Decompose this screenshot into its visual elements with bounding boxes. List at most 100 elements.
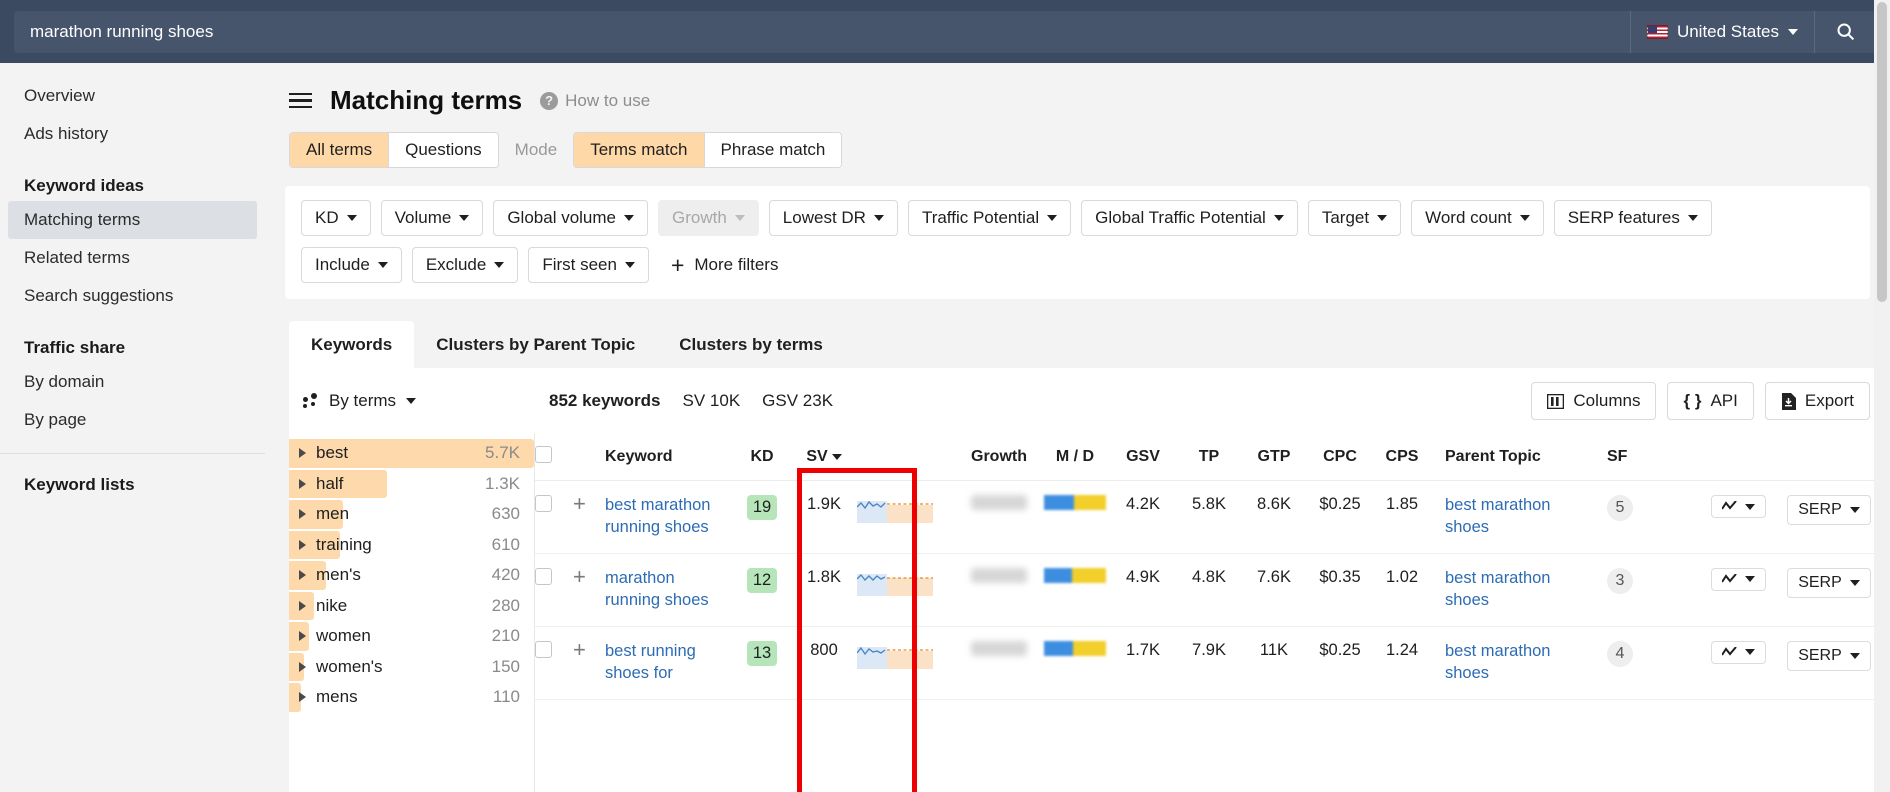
filter-word-count[interactable]: Word count [1411,200,1544,236]
th-growth[interactable]: Growth [957,434,1041,481]
sidebar-item-by-page[interactable]: By page [8,401,257,439]
row-checkbox[interactable] [535,567,552,585]
sidebar-item-related-terms[interactable]: Related terms [8,239,257,277]
how-to-use-link[interactable]: ? How to use [540,91,650,111]
keyword-link[interactable]: marathon running shoes [605,568,733,612]
th-sv[interactable]: SV [791,434,857,481]
term-row[interactable]: mens 110 [289,682,534,713]
expand-triangle-icon[interactable] [299,570,306,581]
term-row[interactable]: women's 150 [289,652,534,683]
th-keyword[interactable]: Keyword [605,434,733,481]
match-mode-segmented: Terms match Phrase match [573,132,843,168]
parent-topic-link[interactable]: best marathon shoes [1445,495,1595,539]
sidebar-item-matching-terms[interactable]: Matching terms [8,201,257,239]
more-filters-button[interactable]: + More filters [659,247,785,283]
filter-volume[interactable]: Volume [380,200,484,236]
term-row[interactable]: half 1.3K [289,469,534,500]
sidebar-item-by-domain[interactable]: By domain [8,363,257,401]
expand-triangle-icon[interactable] [299,539,306,550]
term-row[interactable]: women 210 [289,621,534,652]
chevron-down-icon [624,262,635,268]
sidebar-item-ads-history[interactable]: Ads history [8,115,257,153]
filter-global-volume[interactable]: Global volume [493,200,648,236]
keyword-link[interactable]: best marathon running shoes [605,495,733,539]
filter-serp-features-label: SERP features [1567,208,1680,227]
hamburger-menu-icon[interactable] [289,92,312,109]
tab-clusters-by-parent-topic[interactable]: Clusters by Parent Topic [414,321,657,368]
group-by-selector[interactable]: By terms [303,391,549,411]
sidebar-gap-2 [0,315,265,329]
th-tp[interactable]: TP [1177,434,1241,481]
term-row[interactable]: nike 280 [289,591,534,622]
sidebar-item-search-suggestions[interactable]: Search suggestions [8,277,257,315]
tab-clusters-by-terms[interactable]: Clusters by terms [657,321,845,368]
filter-include[interactable]: Include [301,247,402,283]
term-row[interactable]: training 610 [289,530,534,561]
filter-global-traffic-potential[interactable]: Global Traffic Potential [1081,200,1298,236]
filter-traffic-potential[interactable]: Traffic Potential [907,200,1072,236]
th-gsv[interactable]: GSV [1109,434,1177,481]
cell-cpc: $0.35 [1307,553,1373,627]
chevron-down-icon [494,262,505,268]
th-cpc[interactable]: CPC [1307,434,1373,481]
update-metrics-button[interactable] [1710,567,1766,591]
expand-triangle-icon[interactable] [299,600,306,611]
expand-triangle-icon[interactable] [299,631,306,642]
filter-growth[interactable]: Growth [658,200,759,236]
th-md[interactable]: M / D [1041,434,1109,481]
serp-button[interactable]: SERP [1787,640,1871,671]
row-checkbox[interactable] [535,640,552,658]
filter-exclude[interactable]: Exclude [411,247,519,283]
search-button[interactable] [1814,10,1876,53]
filter-kd[interactable]: KD [301,200,371,236]
page-scrollbar[interactable] [1874,0,1890,792]
expand-triangle-icon[interactable] [299,509,306,520]
add-keyword-icon[interactable]: + [573,637,586,662]
select-all-checkbox[interactable] [535,446,552,463]
trend-line-icon [1721,501,1737,510]
filter-growth-label: Growth [672,208,727,227]
th-parent-topic[interactable]: Parent Topic [1431,434,1595,481]
volume-sparkline-icon [857,500,933,523]
cell-serp: SERP [1777,553,1881,627]
term-row[interactable]: best 5.7K [289,438,534,469]
filter-first-seen[interactable]: First seen [528,247,649,283]
export-button[interactable]: Export [1764,382,1870,420]
country-selector[interactable]: United States [1629,10,1814,53]
tab-terms-match[interactable]: Terms match [574,133,705,167]
columns-button[interactable]: Columns [1531,382,1657,420]
add-keyword-icon[interactable]: + [573,491,586,516]
parent-topic-link[interactable]: best marathon shoes [1445,641,1595,685]
term-row[interactable]: men's 420 [289,560,534,591]
tab-all-terms[interactable]: All terms [290,133,390,167]
mode-toggles: All terms Questions Mode Terms match Phr… [265,116,1890,168]
scrollbar-thumb[interactable] [1877,2,1887,302]
filter-serp-features[interactable]: SERP features [1553,200,1712,236]
keyword-link[interactable]: best running shoes for [605,641,733,685]
update-metrics-button[interactable] [1710,640,1766,664]
api-button[interactable]: { } API [1667,382,1754,420]
serp-button[interactable]: SERP [1787,567,1871,598]
row-checkbox[interactable] [535,495,552,512]
expand-triangle-icon[interactable] [299,661,306,672]
th-cps[interactable]: CPS [1373,434,1431,481]
add-keyword-icon[interactable]: + [573,564,586,589]
th-kd[interactable]: KD [733,434,791,481]
expand-triangle-icon[interactable] [299,692,306,703]
update-metrics-button[interactable] [1710,495,1766,518]
serp-button[interactable]: SERP [1787,495,1871,525]
th-sf[interactable]: SF [1595,434,1699,481]
th-gtp[interactable]: GTP [1241,434,1307,481]
term-row[interactable]: men 630 [289,499,534,530]
sidebar-item-overview[interactable]: Overview [8,77,257,115]
parent-topic-link[interactable]: best marathon shoes [1445,568,1595,612]
search-input[interactable] [14,10,1630,53]
tab-keywords[interactable]: Keywords [289,321,415,368]
expand-triangle-icon[interactable] [299,478,306,489]
filter-target[interactable]: Target [1307,200,1402,236]
filter-lowest-dr[interactable]: Lowest DR [768,200,898,236]
tab-phrase-match[interactable]: Phrase match [704,133,842,167]
expand-triangle-icon[interactable] [299,448,306,459]
tab-questions[interactable]: Questions [389,133,498,167]
term-volume: 5.7K [485,443,520,463]
